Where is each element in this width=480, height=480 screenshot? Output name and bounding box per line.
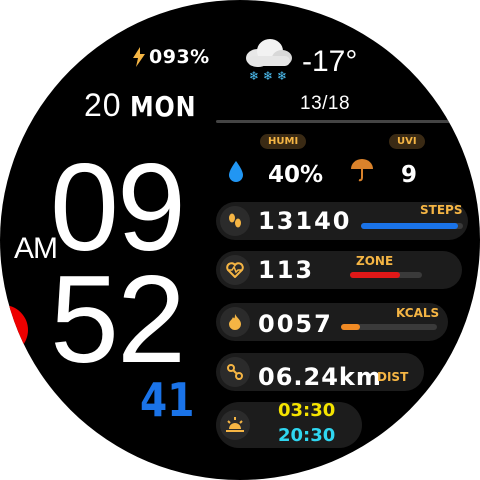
day-number: 20: [84, 87, 122, 123]
steps-progress-track: [361, 223, 463, 229]
kcals-value: 0057: [258, 310, 333, 338]
red-indicator: [0, 305, 28, 355]
svg-text:❄: ❄: [263, 69, 273, 83]
watch-face: 093% ❄ ❄ ❄ -17° 13/18 20 MON 09 AM 52 41 …: [0, 0, 480, 480]
distance-icon-circle: [220, 357, 250, 387]
steps-icon-circle: [220, 206, 250, 236]
water-drop-icon: [229, 161, 243, 182]
steps-value: 13140: [258, 207, 352, 235]
steps-progress-fill: [361, 223, 458, 229]
steps-label: STEPS: [420, 203, 463, 217]
date-display: 20 MON: [84, 87, 208, 124]
divider-line: [216, 120, 468, 123]
weekday: MON: [129, 90, 196, 123]
temperature-range: 13/18: [300, 93, 351, 114]
distance-unit: DIST: [377, 370, 409, 384]
heart-zone-fill: [350, 272, 401, 278]
seconds-display: 41: [140, 373, 195, 427]
kcals-progress-track: [341, 324, 437, 330]
umbrella-icon: [351, 159, 373, 182]
battery-level: 093%: [149, 46, 210, 68]
minute-display: 52: [50, 251, 186, 389]
uv-value: 9: [401, 162, 418, 188]
temperature: -17°: [302, 45, 358, 78]
cloud-snow-icon: ❄ ❄ ❄: [246, 39, 292, 83]
heart-rate-value: 113: [258, 256, 315, 284]
sunrise-time: 03:30: [278, 400, 336, 421]
uv-label: UVI: [389, 134, 425, 149]
kcals-icon-circle: [220, 307, 250, 337]
heart-zone-label: ZONE: [356, 254, 394, 268]
svg-text:❄: ❄: [277, 69, 287, 83]
heart-pulse-icon: [226, 262, 244, 278]
humidity-value: 40%: [268, 162, 324, 188]
sun-icon-circle: [220, 410, 250, 440]
heart-row[interactable]: [216, 251, 462, 289]
sunrise-icon: [226, 417, 244, 432]
battery-indicator: 093%: [131, 46, 210, 68]
flame-icon: [229, 314, 241, 330]
route-icon: [227, 364, 243, 380]
svg-text:❄: ❄: [249, 69, 259, 83]
kcals-progress-fill: [341, 324, 361, 330]
footprints-icon: [229, 213, 241, 228]
distance-value: 06.24km: [258, 363, 382, 391]
lightning-icon: [133, 47, 145, 67]
sunset-time: 20:30: [278, 425, 336, 446]
kcals-label: KCALS: [396, 306, 440, 320]
heart-zone-track: [350, 272, 422, 278]
humidity-label: HUMI: [260, 134, 307, 149]
heart-icon-circle: [220, 255, 250, 285]
